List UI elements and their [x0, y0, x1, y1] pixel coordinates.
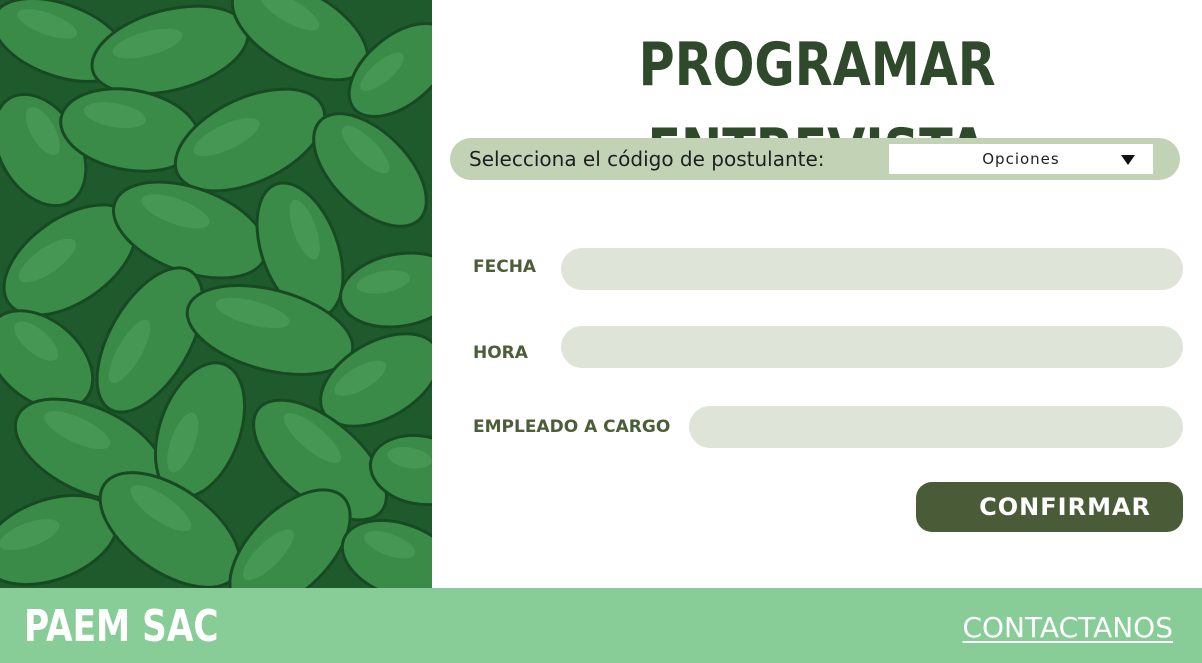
date-input[interactable]: [561, 248, 1183, 290]
caret-down-icon: [1121, 155, 1135, 165]
confirm-button[interactable]: CONFIRMAR: [916, 482, 1183, 532]
brand-logo: PAEM SAC: [24, 601, 219, 652]
date-label: FECHA: [473, 257, 537, 277]
page: PROGRAMAR ENTREVISTA Selecciona el códig…: [0, 0, 1202, 663]
time-input[interactable]: [561, 326, 1183, 368]
employee-label: EMPLEADO A CARGO: [473, 417, 671, 437]
footer: PAEM SAC CONTACTANOS: [0, 588, 1202, 663]
applicant-selector: Selecciona el código de postulante: Opci…: [450, 138, 1180, 180]
time-label: HORA: [473, 343, 528, 363]
contact-link[interactable]: CONTACTANOS: [962, 588, 1173, 663]
employee-input[interactable]: [689, 406, 1183, 448]
avocado-image: [0, 0, 432, 588]
form-panel: PROGRAMAR ENTREVISTA Selecciona el códig…: [432, 0, 1202, 588]
applicant-selector-label: Selecciona el código de postulante:: [469, 147, 825, 171]
applicant-code-dropdown[interactable]: Opciones: [889, 144, 1153, 174]
avocado-illustration: [0, 0, 432, 588]
dropdown-selected-value: Opciones: [982, 150, 1060, 168]
